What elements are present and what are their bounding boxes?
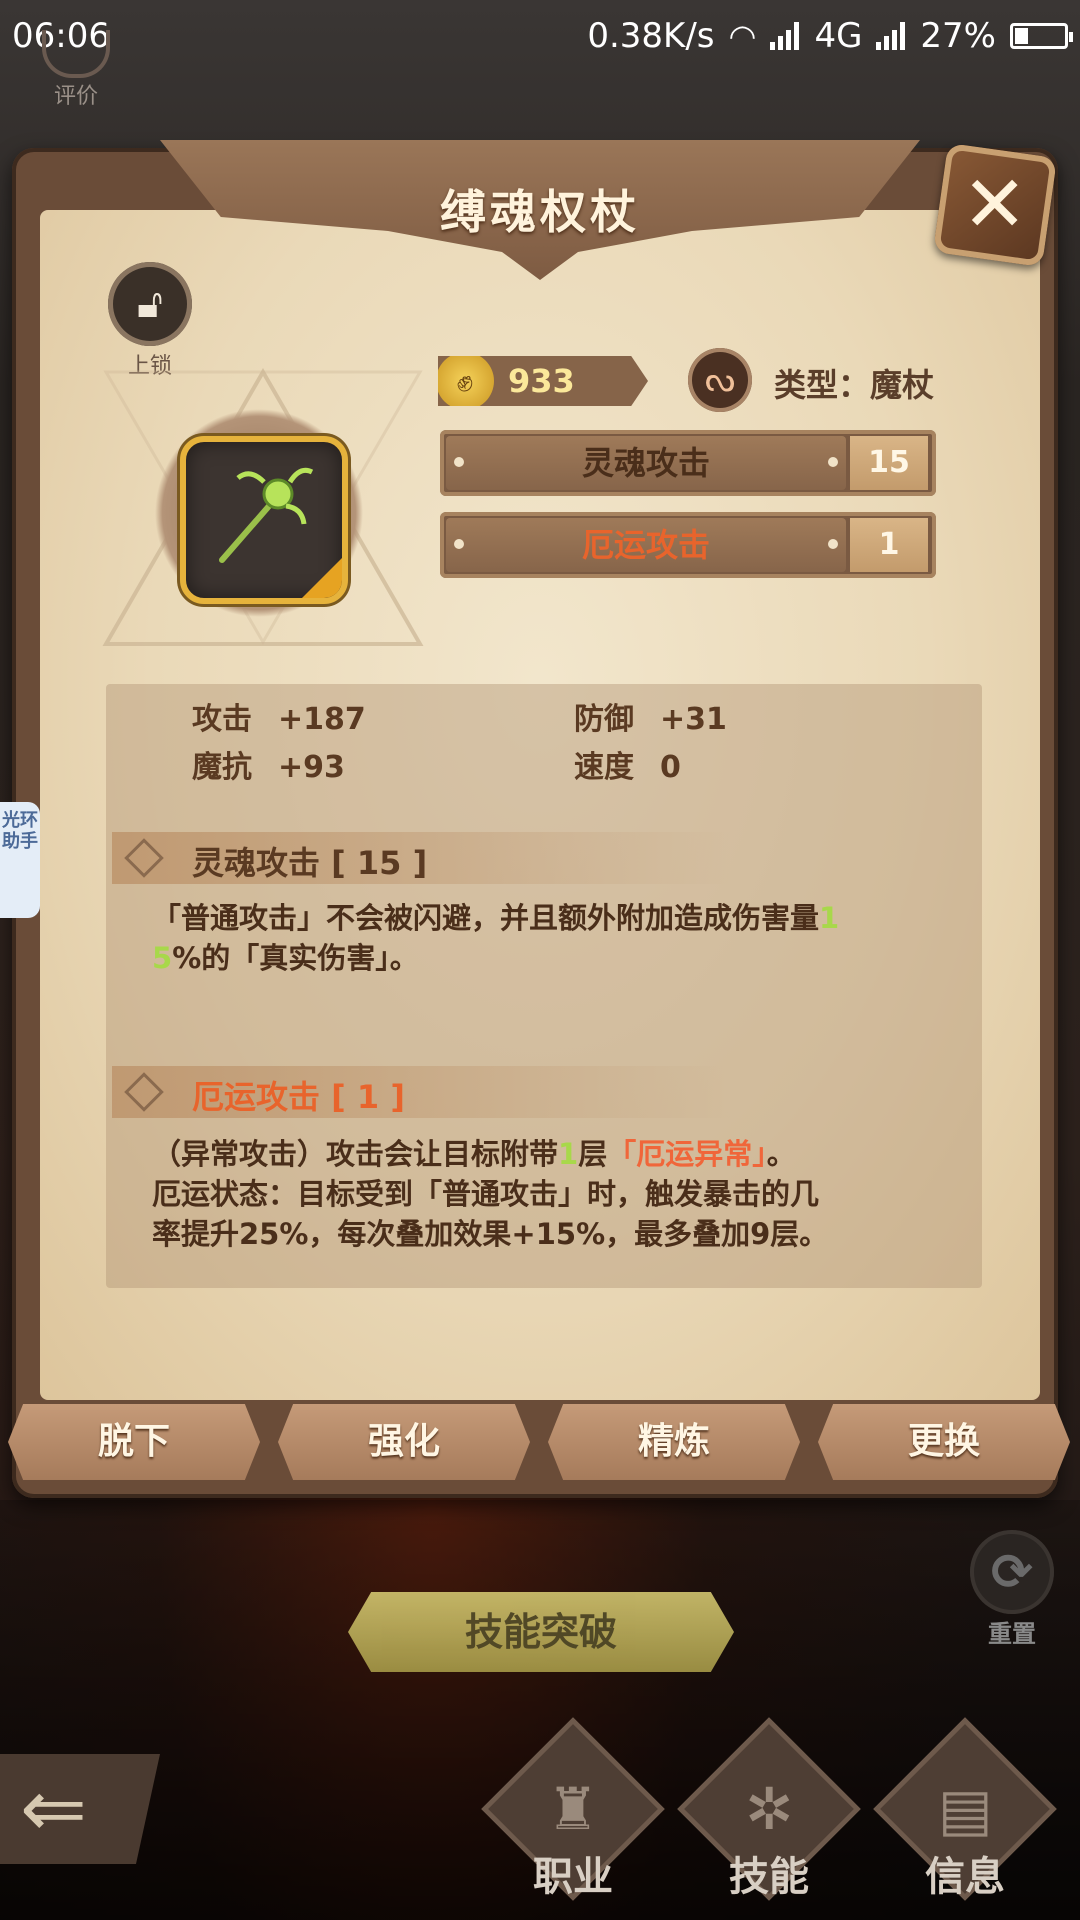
- wifi-icon: ◠: [728, 17, 757, 55]
- skill-pill-1[interactable]: 灵魂攻击 15: [440, 430, 936, 496]
- skill-pill-level: 15: [850, 436, 928, 490]
- enhance-button[interactable]: 强化: [278, 1404, 530, 1480]
- skill-pill-name: 厄运攻击: [446, 518, 846, 572]
- close-icon: ✕: [962, 159, 1028, 250]
- skill-detail-header-1: 灵魂攻击 [ 15 ]: [112, 832, 732, 884]
- action-bar: 脱下 强化 精炼 更换: [0, 1404, 1080, 1484]
- skill-pill-level: 1: [850, 518, 928, 572]
- stat-label: 魔抗: [192, 750, 252, 785]
- desc-text: %的「真实伤害」。: [172, 941, 419, 975]
- battery-icon: [1010, 23, 1073, 49]
- dialog-title: 缚魂权杖: [440, 185, 640, 239]
- skill-detail-desc-1: 「普通攻击」不会被闪避，并且额外附加造成伤害量1 5%的「真实伤害」。: [152, 898, 942, 978]
- nav-class[interactable]: ♜ 职业: [481, 1717, 665, 1902]
- nav-label: 技能: [729, 1854, 809, 1900]
- desc-line: 「普通攻击」不会被闪避，并且额外附加造成伤害量1: [152, 898, 942, 938]
- skill-pill-2[interactable]: 厄运攻击 1: [440, 512, 936, 578]
- refresh-icon: ⟳: [970, 1530, 1054, 1614]
- stat-value: +93: [278, 750, 345, 785]
- item-emblem: [98, 362, 428, 652]
- close-button[interactable]: ✕: [932, 142, 1058, 268]
- signal-icon: [770, 22, 800, 50]
- pill-dot: [828, 539, 838, 549]
- nav-label: 信息: [925, 1854, 1005, 1900]
- desc-highlight: 1: [819, 901, 840, 935]
- fist-icon: ✊︎: [438, 356, 494, 406]
- stat-value: 0: [660, 750, 681, 785]
- scepter-icon: [219, 467, 314, 563]
- desc-text: 层: [578, 1137, 608, 1171]
- desc-line: 率提升25%，每次叠加效果+15%，最多叠加9层。: [152, 1217, 829, 1251]
- stat-value: +31: [660, 702, 727, 737]
- desc-text: 「普通攻击」不会被闪避，并且额外附加造成伤害量: [152, 901, 820, 935]
- desc-line: 厄运状态：目标受到「普通攻击」时，触发暴击的几: [152, 1177, 820, 1211]
- desc-text: 。: [766, 1137, 796, 1171]
- back-button[interactable]: ⇐: [0, 1754, 160, 1864]
- refine-button[interactable]: 精炼: [548, 1404, 800, 1480]
- rate-label: 评价: [53, 84, 98, 109]
- replace-button[interactable]: 更换: [818, 1404, 1070, 1480]
- desc-keyword: 「厄运异常」: [607, 1137, 767, 1171]
- reset-button[interactable]: ⟳ 重置: [962, 1530, 1062, 1649]
- stat-defense: 防御 +31: [574, 694, 727, 738]
- stat-value: +187: [278, 702, 366, 737]
- pill-dot: [454, 539, 464, 549]
- skill-detail-desc-2: （异常攻击）攻击会让目标附带1层「厄运异常」。 厄运状态：目标受到「普通攻击」时…: [152, 1134, 942, 1254]
- status-right: 0.38K/s ◠ 4G 27%: [587, 16, 1073, 56]
- desc-line: 5%的「真实伤害」。: [152, 938, 942, 978]
- stat-label: 攻击: [192, 702, 252, 737]
- nav-label: 职业: [533, 1854, 613, 1900]
- skill-detail-header-2: 厄运攻击 [ 1 ]: [112, 1066, 732, 1118]
- rate-icon: [42, 30, 110, 78]
- back-arrow-icon: ⇐: [20, 1762, 88, 1855]
- rate-button[interactable]: 评价: [36, 30, 116, 118]
- pill-dot: [828, 457, 838, 467]
- status-bar: 06:06 0.38K/s ◠ 4G 27%: [0, 0, 1080, 76]
- unequip-button[interactable]: 脱下: [8, 1404, 260, 1480]
- desc-highlight: 1: [558, 1137, 579, 1171]
- type-label: 类型：魔杖: [774, 366, 935, 404]
- network-type: 4G: [814, 16, 863, 56]
- skill-pill-name: 灵魂攻击: [446, 436, 846, 490]
- signal-icon-2: [876, 22, 906, 50]
- reset-label: 重置: [988, 1620, 1036, 1648]
- pill-dot: [454, 457, 464, 467]
- desc-text: （异常攻击）攻击会让目标附带: [152, 1137, 559, 1171]
- power-badge: ✊︎ 933: [438, 356, 648, 406]
- skill-detail-title: 灵魂攻击 [ 15 ]: [192, 844, 428, 882]
- battery-percent: 27%: [920, 16, 996, 56]
- stat-label: 防御: [574, 702, 634, 737]
- staff-type-icon: ᔓ: [688, 348, 752, 412]
- lock-icon: 🔓︎: [108, 262, 192, 346]
- net-speed: 0.38K/s: [587, 16, 715, 56]
- skill-breakthrough-button[interactable]: 技能突破: [348, 1592, 734, 1672]
- diamond-icon: [124, 838, 164, 878]
- desc-highlight: 5: [152, 941, 173, 975]
- power-value: 933: [508, 362, 575, 400]
- item-slot[interactable]: [180, 436, 348, 604]
- nav-info[interactable]: ▤ 信息: [873, 1717, 1057, 1902]
- stat-label: 速度: [574, 750, 634, 785]
- skill-detail-title: 厄运攻击 [ 1 ]: [192, 1078, 405, 1116]
- nav-skill[interactable]: ✲ 技能: [677, 1717, 861, 1902]
- diamond-icon: [124, 1072, 164, 1112]
- helper-side-tab[interactable]: 光环助手: [0, 802, 40, 918]
- stat-speed: 速度 0: [574, 742, 681, 786]
- desc-line: （异常攻击）攻击会让目标附带1层「厄运异常」。: [152, 1134, 942, 1174]
- stat-magic-resist: 魔抗 +93: [192, 742, 345, 786]
- stat-attack: 攻击 +187: [192, 694, 366, 738]
